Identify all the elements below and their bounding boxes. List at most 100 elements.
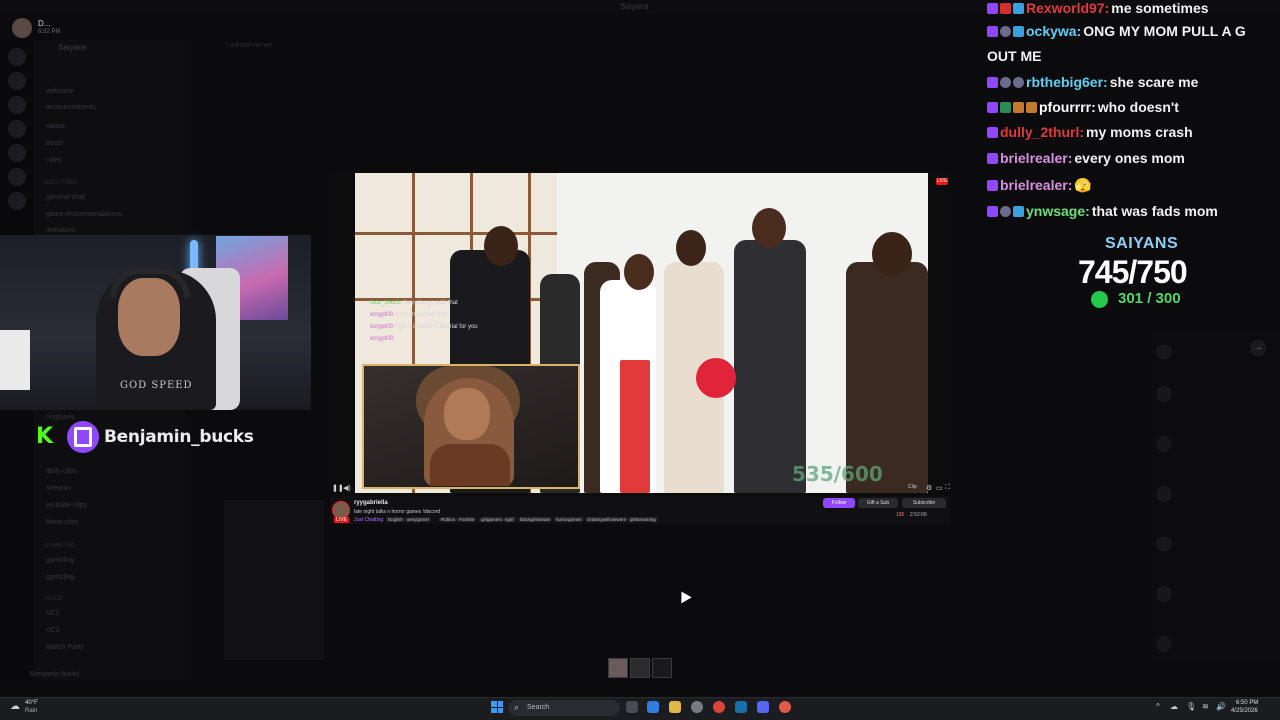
stream-title: late night talks n horror games !discord — [354, 509, 441, 515]
member-avatar[interactable] — [1156, 486, 1172, 502]
theatre-mode-icon[interactable]: ▭ — [936, 484, 943, 492]
app-icon[interactable] — [779, 701, 791, 713]
server-icon[interactable] — [8, 144, 26, 162]
stream-tag[interactable]: horrorgames — [554, 517, 584, 522]
channel-item[interactable]: streams — [46, 485, 71, 492]
channel-item[interactable]: daily-clips — [46, 468, 77, 475]
settings-gear-icon[interactable]: ⚙ — [926, 484, 932, 492]
member-avatar[interactable] — [1156, 586, 1172, 602]
channel-item[interactable]: youtube-clips — [46, 502, 87, 509]
chat-message: brielrealer: 🫣 — [987, 177, 1092, 194]
follow-button[interactable]: Follow — [823, 498, 855, 508]
stream-category[interactable]: Just Chatting — [354, 517, 383, 523]
stream-thumbnail[interactable] — [652, 658, 672, 678]
subscribe-button[interactable]: Subscribe — [902, 498, 946, 508]
task-view-icon[interactable] — [626, 701, 638, 713]
channel-item[interactable]: game-recommendations — [46, 211, 121, 218]
fullscreen-icon[interactable]: ⛶ — [945, 484, 950, 492]
voice-channel-item[interactable]: VC1 — [46, 610, 60, 617]
stream-tag[interactable]: blackgirlstream — [518, 517, 553, 522]
channel-item[interactable]: boost — [46, 140, 63, 147]
tray-overflow-chevron-icon[interactable]: ^ — [1156, 702, 1160, 711]
weather-cloud-icon[interactable]: ☁ — [10, 701, 20, 712]
server-icon[interactable] — [8, 48, 26, 66]
taskbar-search-placeholder[interactable]: Search — [527, 704, 549, 711]
chrome-icon[interactable] — [713, 701, 725, 713]
channel-item[interactable]: tiktok-clips — [46, 519, 79, 526]
stream-thumbnail[interactable] — [608, 658, 628, 678]
wifi-icon[interactable]: ≋ — [1202, 702, 1209, 711]
chat-username[interactable]: dully_2thurl: — [1000, 124, 1084, 140]
stream-tag[interactable]: egirl — [503, 517, 516, 522]
chat-message-text: every ones mom — [1074, 150, 1185, 166]
chat-username[interactable]: brielrealer: — [1000, 177, 1072, 193]
server-icon[interactable] — [8, 96, 26, 114]
profile-avatar[interactable] — [12, 18, 32, 38]
video-person-head — [872, 232, 912, 276]
volume-icon[interactable]: ◀) — [343, 484, 351, 492]
gift-sub-button[interactable]: Gift a Sub — [858, 498, 898, 508]
chat-username[interactable]: ockywa: — [1026, 23, 1081, 39]
channel-item[interactable]: rules — [46, 157, 61, 164]
stream-tag[interactable]: girlstreaming — [628, 517, 658, 522]
speaker-icon[interactable]: 🔊 — [1216, 702, 1226, 711]
arrow-right-icon[interactable]: → — [1250, 340, 1266, 356]
cloud-sync-icon[interactable]: ☁ — [1170, 702, 1178, 711]
file-explorer-icon[interactable] — [669, 701, 681, 713]
member-avatar[interactable] — [1156, 536, 1172, 552]
stream-tag[interactable]: English — [386, 517, 405, 522]
video-shoji-frame — [355, 232, 557, 235]
discord-icon[interactable] — [757, 701, 769, 713]
member-avatar[interactable] — [1156, 344, 1172, 360]
voice-channel-item[interactable]: Watch Party — [46, 644, 84, 651]
mic-icon[interactable]: 🎙 — [1186, 702, 1196, 711]
settings-icon[interactable] — [691, 701, 703, 713]
current-user-name[interactable]: Benjamin bucks — [30, 671, 79, 678]
stream-tag[interactable]: Roblox — [439, 517, 458, 522]
video-red-balloon — [696, 358, 736, 398]
channel-category[interactable]: gambling — [44, 543, 76, 549]
clock-date[interactable]: 4/25/2026 — [1231, 708, 1258, 714]
weather-condition[interactable]: Rain — [25, 708, 37, 714]
stream-tag[interactable]: chattingwithviewers — [585, 517, 629, 522]
member-avatar[interactable] — [1156, 436, 1172, 452]
clock-time[interactable]: 6:50 PM — [1236, 700, 1258, 706]
server-name[interactable]: Saiyans — [58, 43, 86, 52]
channel-category[interactable]: voice — [44, 596, 63, 602]
taskbar-search-box[interactable] — [508, 700, 620, 716]
windows-start-icon[interactable] — [491, 701, 503, 713]
weather-temperature[interactable]: 40°F — [25, 700, 38, 706]
stream-tag[interactable]: Fortnite — [457, 517, 477, 522]
channel-name[interactable]: ryygabriella — [354, 500, 388, 506]
member-avatar[interactable] — [1156, 386, 1172, 402]
channel-item[interactable]: gambling — [46, 557, 74, 564]
channel-category[interactable]: gen / free — [44, 180, 78, 186]
chat-username[interactable]: ynwsage: — [1026, 203, 1090, 219]
channel-item[interactable]: status — [46, 123, 65, 130]
channel-item[interactable]: welcome — [46, 88, 74, 95]
chat-attachment-image[interactable] — [224, 500, 324, 660]
server-icon[interactable] — [8, 72, 26, 90]
server-icon[interactable] — [8, 168, 26, 186]
stream-tag[interactable]: aesygamer — [405, 517, 432, 522]
steam-icon[interactable] — [735, 701, 747, 713]
server-icon[interactable] — [8, 120, 26, 138]
stream-tag[interactable]: girlgamers — [479, 517, 505, 522]
chat-username[interactable]: brielrealer: — [1000, 150, 1072, 166]
edge-browser-icon[interactable] — [647, 701, 659, 713]
play-pause-icon[interactable]: ❚❚ — [332, 484, 344, 492]
channel-item[interactable]: gambling — [46, 574, 74, 581]
stream-thumbnail[interactable] — [630, 658, 650, 678]
video-person-head — [752, 208, 786, 248]
channel-item[interactable]: invitatons — [46, 227, 76, 234]
chat-username[interactable]: pfourrrr: — [1039, 99, 1096, 115]
chat-username[interactable]: Rexworld97: — [1026, 0, 1109, 16]
member-avatar[interactable] — [1156, 636, 1172, 652]
server-icon[interactable] — [8, 192, 26, 210]
channel-item[interactable]: ringtones — [46, 414, 75, 421]
channel-item[interactable]: general-chat — [46, 194, 85, 201]
clip-button[interactable]: Clip — [908, 484, 917, 490]
chat-username[interactable]: rbthebig6er: — [1026, 74, 1108, 90]
voice-channel-item[interactable]: VC2 — [46, 627, 60, 634]
channel-item[interactable]: announcements — [46, 104, 96, 111]
